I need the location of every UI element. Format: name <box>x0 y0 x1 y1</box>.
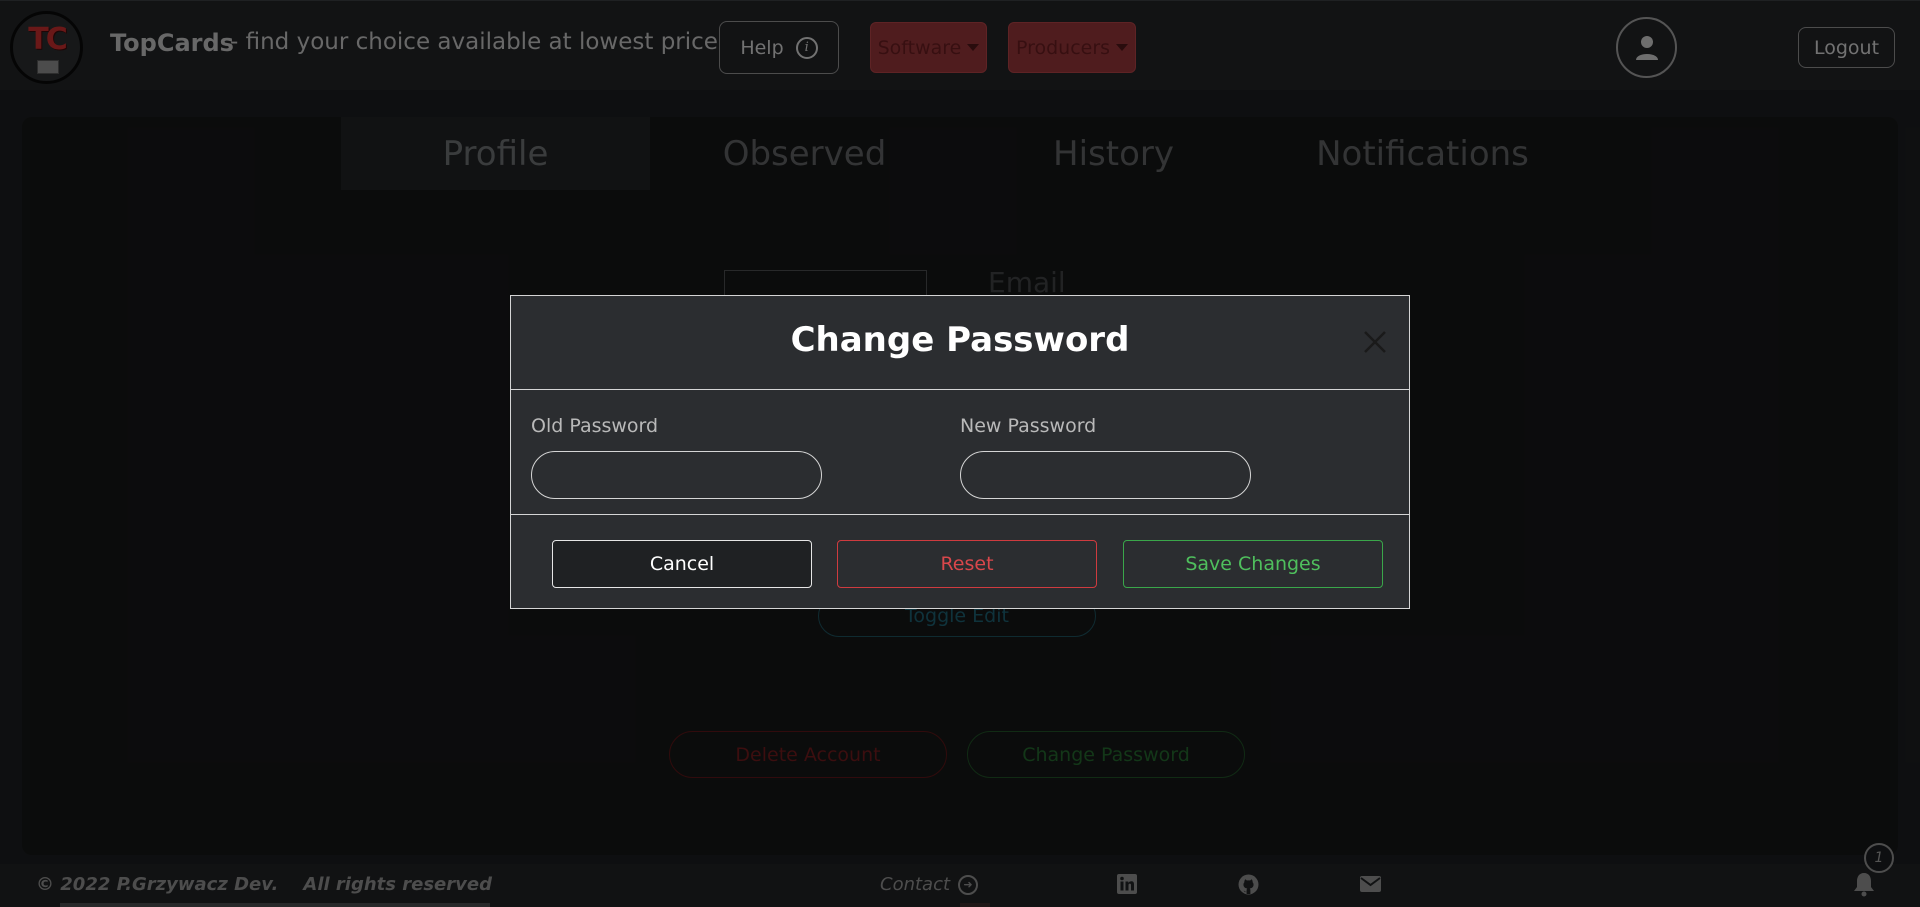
new-password-input[interactable] <box>960 451 1251 499</box>
old-password-input[interactable] <box>531 451 822 499</box>
cancel-button[interactable]: Cancel <box>552 540 812 588</box>
modal-title: Change Password <box>790 320 1130 360</box>
old-password-label: Old Password <box>531 415 659 437</box>
reset-button[interactable]: Reset <box>837 540 1097 588</box>
new-password-label: New Password <box>960 415 1097 437</box>
save-changes-button[interactable]: Save Changes <box>1123 540 1383 588</box>
modal-header: Change Password <box>511 296 1409 390</box>
close-icon[interactable] <box>1361 328 1389 356</box>
